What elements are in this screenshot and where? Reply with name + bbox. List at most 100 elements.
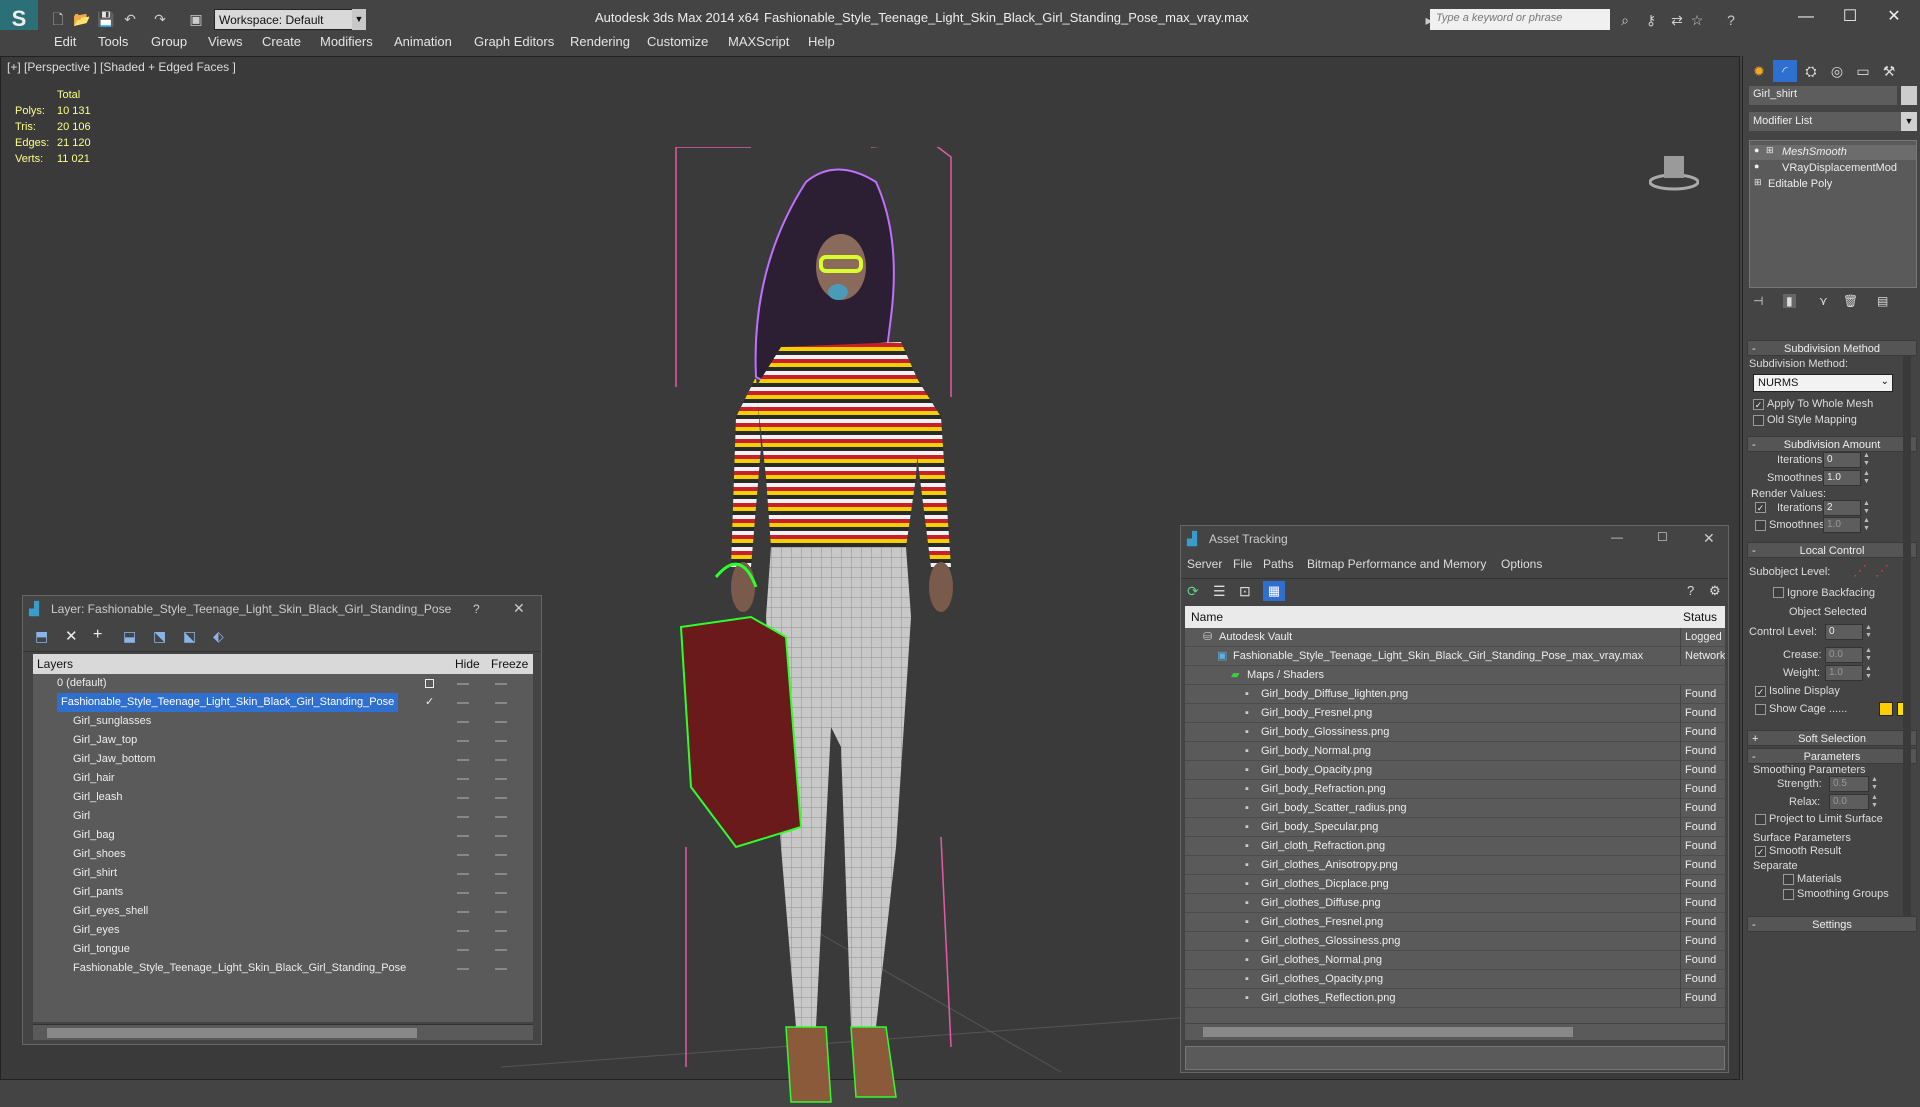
redo-icon[interactable]: ↷ [150, 9, 170, 29]
hierarchy-tab-icon[interactable]: ⛭ [1799, 60, 1823, 82]
close-icon[interactable]: ✕ [1703, 530, 1715, 547]
menu-options[interactable]: Options [1501, 557, 1542, 571]
close-icon[interactable]: ✕ [513, 600, 525, 617]
show-end-result-icon[interactable]: ▮ [1783, 294, 1796, 308]
delete-layer-icon[interactable]: ✕ [65, 627, 78, 645]
modifier-stack[interactable]: ● ⊞ MeshSmooth ● VRayDisplacementMod ⊞ Edita… [1749, 140, 1917, 288]
workspace-dropdown[interactable]: Workspace: Default [214, 9, 364, 30]
expand-icon[interactable]: ⊞ [1754, 177, 1762, 188]
subdivision-method-dropdown[interactable]: NURMS ⌄ [1753, 374, 1893, 392]
checkmark-icon[interactable]: ✓ [425, 693, 434, 712]
pin-stack-icon[interactable]: ⊣ [1753, 294, 1763, 308]
subdivision-method-rollout[interactable]: - Subdivision Method [1747, 340, 1917, 356]
menu-maxscript[interactable]: MAXScript [728, 34, 789, 49]
favorites-star-icon[interactable]: ☆ [1686, 9, 1708, 31]
table-row[interactable]: ▪ Girl_clothes_Glossiness.png Found [1185, 932, 1725, 951]
menu-modifiers[interactable]: Modifiers [320, 34, 373, 49]
hide-all-icon[interactable]: ⬕ [183, 628, 196, 645]
add-to-layer-icon[interactable]: + [93, 626, 102, 644]
select-objects-icon[interactable]: ⬓ [123, 628, 136, 645]
menu-bitmap-performance[interactable]: Bitmap Performance and Memory [1307, 557, 1486, 571]
lightbulb-icon[interactable]: ● [1754, 161, 1759, 171]
strength-spinner[interactable]: ▲ ▼ [1871, 776, 1879, 792]
stack-item-meshsmooth[interactable]: ● ⊞ MeshSmooth [1750, 145, 1916, 160]
column-status[interactable]: Status [1683, 610, 1717, 624]
render-smoothness-field[interactable]: 1.0 [1823, 517, 1861, 533]
create-tab-icon[interactable]: ✹ [1747, 60, 1771, 82]
menu-create[interactable]: Create [262, 34, 301, 49]
refresh-icon[interactable]: ⟳ [1187, 583, 1199, 600]
help-icon[interactable]: ? [473, 602, 480, 616]
key-icon[interactable]: ⚷ [1640, 9, 1662, 31]
menu-rendering[interactable]: Rendering [570, 34, 630, 49]
utilities-tab-icon[interactable]: ⚒ [1877, 60, 1901, 82]
chevron-down-icon[interactable]: ⌄ [1881, 376, 1889, 387]
table-row[interactable]: ▪ Girl_clothes_Diffuse.png Found [1185, 894, 1725, 913]
display-tab-icon[interactable]: ▭ [1851, 60, 1875, 82]
table-row[interactable]: ▣ Fashionable_Style_Teenage_Light_Skin_Bl… [1185, 647, 1725, 666]
list-item[interactable]: Girl_shoes [33, 845, 533, 864]
iterations-field[interactable]: 0 [1823, 452, 1861, 468]
apply-whole-mesh-checkbox[interactable]: ✓ [1753, 399, 1764, 410]
menu-edit[interactable]: Edit [54, 34, 76, 49]
asset-path-field[interactable] [1185, 1046, 1725, 1070]
local-control-rollout[interactable]: - Local Control [1747, 542, 1917, 558]
configure-sets-icon[interactable]: ▤ [1877, 294, 1888, 308]
create-layer-icon[interactable]: ⬒ [35, 628, 48, 645]
list-item[interactable]: Fashionable_Style_Teenage_Light_Skin_Bla… [33, 959, 533, 978]
object-color-swatch[interactable] [1901, 86, 1917, 105]
smoothness-field[interactable]: 1.0 [1823, 470, 1861, 486]
table-row[interactable]: ▪ Girl_body_Opacity.png Found [1185, 761, 1725, 780]
vertex-level-icon[interactable]: ⋰ [1853, 562, 1867, 579]
table-row[interactable]: ▪ Girl_cloth_Refraction.png Found [1185, 837, 1725, 856]
smoothness-spinner[interactable]: ▲ ▼ [1863, 470, 1871, 486]
motion-tab-icon[interactable]: ◎ [1825, 60, 1849, 82]
show-cage-checkbox[interactable] [1755, 704, 1766, 715]
menu-help[interactable]: Help [808, 34, 835, 49]
list-item[interactable]: Fashionable_Style_Teenage_Light_Skin_Bla… [33, 693, 533, 712]
list-item[interactable]: Girl_pants [33, 883, 533, 902]
lightbulb-icon[interactable]: ● [1754, 145, 1759, 155]
render-smoothness-checkbox[interactable] [1755, 520, 1766, 531]
list-item[interactable]: Girl_leash [33, 788, 533, 807]
render-iterations-field[interactable]: 2 [1823, 500, 1861, 516]
stack-item-editable-poly[interactable]: ⊞ Editable Poly [1750, 177, 1916, 192]
list-item[interactable]: 0 (default) [33, 674, 533, 693]
menu-group[interactable]: Group [151, 34, 187, 49]
current-layer-checkbox[interactable] [425, 679, 434, 688]
make-unique-icon[interactable]: ⋎ [1819, 294, 1828, 308]
column-name[interactable]: Name [1191, 610, 1223, 624]
minimize-icon[interactable]: — [1786, 5, 1826, 29]
asset-list[interactable]: ⛁ Autodesk Vault Logged Out ▣ Fashionable_St… [1185, 628, 1725, 1023]
menu-paths[interactable]: Paths [1263, 557, 1294, 571]
minimize-icon[interactable]: — [1611, 530, 1623, 544]
table-row[interactable]: ▪ Girl_clothes_Fresnel.png Found [1185, 913, 1725, 932]
soft-selection-rollout[interactable]: + Soft Selection [1747, 730, 1917, 746]
control-level-spinner[interactable]: ▲ ▼ [1865, 624, 1873, 640]
relax-field[interactable]: 0.0 [1829, 794, 1869, 810]
chevron-down-icon[interactable]: ▼ [1901, 112, 1917, 131]
list-item[interactable]: Girl_Jaw_bottom [33, 750, 533, 769]
exchange-icon[interactable]: ⇄ [1666, 9, 1688, 31]
list-item[interactable]: Girl_hair [33, 769, 533, 788]
character-model[interactable] [661, 147, 1011, 1107]
table-view-icon[interactable]: ▦ [1263, 581, 1285, 601]
smoothing-groups-checkbox[interactable] [1783, 889, 1794, 900]
control-level-field[interactable]: 0 [1825, 624, 1863, 640]
freeze-all-icon[interactable]: ⬖ [213, 628, 224, 645]
new-file-icon[interactable]: 🗋 [48, 9, 68, 29]
table-row[interactable]: ▪ Girl_body_Specular.png Found [1185, 818, 1725, 837]
table-row[interactable]: ▪ Girl_clothes_Opacity.png Found [1185, 970, 1725, 989]
subdivision-amount-rollout[interactable]: - Subdivision Amount [1747, 436, 1917, 452]
remove-modifier-icon[interactable]: 🗑 [1843, 294, 1858, 308]
table-row[interactable]: ▪ Girl_body_Diffuse_lighten.png Found [1185, 685, 1725, 704]
ignore-backfacing-checkbox[interactable] [1773, 587, 1784, 598]
open-file-icon[interactable]: 📂 [72, 9, 92, 29]
old-style-mapping-checkbox[interactable] [1753, 415, 1764, 426]
crease-spinner[interactable]: ▲ ▼ [1865, 647, 1873, 663]
stack-item-vraydisplacement[interactable]: ● VRayDisplacementMod [1750, 161, 1916, 176]
modifier-list-dropdown[interactable]: Modifier List ▼ [1749, 112, 1917, 131]
table-row[interactable]: ⛁ Autodesk Vault Logged Out [1185, 628, 1725, 647]
iterations-spinner[interactable]: ▲ ▼ [1863, 452, 1871, 468]
table-row[interactable]: ▪ Girl_clothes_Reflection.png Found [1185, 989, 1725, 1008]
